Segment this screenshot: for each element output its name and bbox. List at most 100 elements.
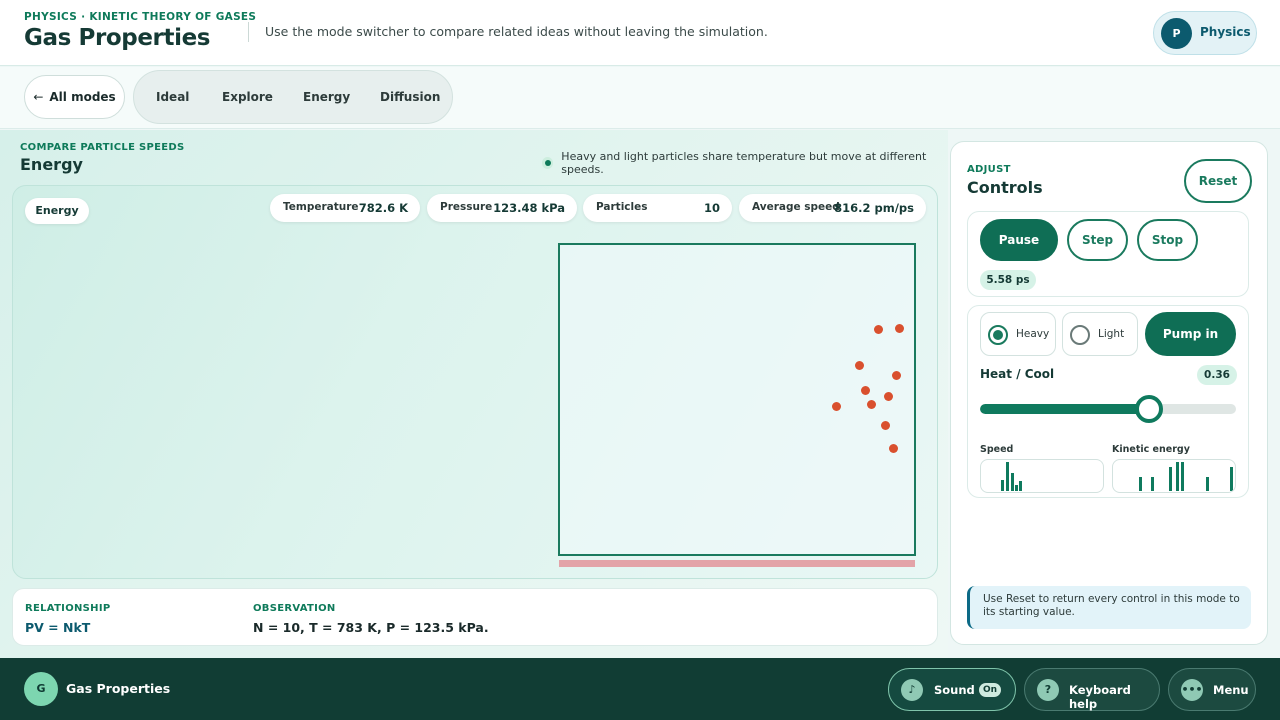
histogram-bar — [1169, 467, 1172, 491]
avatar: P — [1161, 18, 1192, 49]
keyboard-help-button[interactable]: ? Keyboard help — [1024, 668, 1160, 711]
observation-value: N = 10, T = 783 K, P = 123.5 kPa. — [253, 620, 489, 635]
radio-selected-icon — [988, 325, 1008, 345]
stat-value: 123.48 kPa — [493, 201, 565, 215]
tab-explore[interactable]: Explore — [222, 90, 273, 104]
particle — [874, 325, 883, 334]
tab-ideal[interactable]: Ideal — [156, 90, 189, 104]
music-note-icon: ♪ — [901, 679, 923, 701]
pause-button[interactable]: Pause — [980, 219, 1058, 261]
relationship-bar: RELATIONSHIP PV = NkT OBSERVATION N = 10… — [12, 588, 938, 646]
more-dots-icon: ••• — [1181, 679, 1203, 701]
status-dot-icon — [542, 157, 554, 169]
all-modes-button[interactable]: ← All modes — [24, 75, 125, 119]
app-logo: G — [24, 672, 58, 706]
heat-cool-label: Heat / Cool — [980, 367, 1055, 381]
stop-button[interactable]: Stop — [1137, 219, 1198, 261]
controls-title: Controls — [967, 178, 1043, 197]
particle — [892, 371, 901, 380]
histogram-bar — [1006, 462, 1009, 491]
particle — [855, 361, 864, 370]
app-title: Gas Properties — [24, 25, 211, 51]
kinetic-energy-histogram-label: Kinetic energy — [1112, 444, 1190, 455]
histogram-bar — [1001, 480, 1004, 491]
option-label: Heavy — [1016, 328, 1050, 340]
histogram-bar — [1181, 462, 1184, 491]
species-light-option[interactable]: Light — [1062, 312, 1138, 356]
histogram-bar — [1151, 477, 1154, 491]
histogram-bar — [1011, 473, 1014, 491]
particle — [889, 444, 898, 453]
histogram-bar — [1015, 485, 1018, 491]
reset-hint-text: Use Reset to return every control in thi… — [983, 593, 1240, 618]
subject-profile-button[interactable]: P Physics — [1153, 11, 1257, 55]
histogram-bar — [1230, 467, 1233, 491]
option-label: Light — [1098, 328, 1125, 340]
arrow-left-icon: ← — [33, 90, 44, 104]
playback-card: Pause Step Stop 5.58 ps — [967, 211, 1249, 297]
stat-average-speed: Average speed 816.2 pm/ps — [739, 194, 926, 222]
section-title: Energy — [20, 155, 83, 174]
app-footer: G Gas Properties ♪ Sound On ? Keyboard h… — [0, 658, 1280, 720]
keyboard-help-label: Keyboard help — [1069, 683, 1131, 711]
species-heavy-option[interactable]: Heavy — [980, 312, 1056, 356]
stat-particles: Particles 10 — [583, 194, 732, 222]
slider-fill — [980, 404, 1149, 414]
heat-cool-slider[interactable] — [980, 404, 1236, 414]
particle — [884, 392, 893, 401]
mode-switcher-bar: ← All modes Ideal Explore Energy Diffusi… — [0, 67, 1280, 129]
stat-value: 10 — [703, 201, 720, 215]
stat-value: 816.2 pm/ps — [834, 201, 914, 215]
heat-cool-value: 0.36 — [1197, 365, 1237, 385]
app-header: PHYSICS · KINETIC THEORY OF GASES Gas Pr… — [0, 0, 1280, 66]
stat-temperature: Temperature 782.6 K — [270, 194, 420, 222]
stat-pressure: Pressure 123.48 kPa — [427, 194, 577, 222]
heater-strip — [559, 560, 915, 567]
tab-energy[interactable]: Energy — [303, 90, 350, 104]
relationship-label: RELATIONSHIP — [25, 603, 111, 614]
simulation-area: COMPARE PARTICLE SPEEDS Energy Heavy and… — [0, 130, 948, 658]
particle — [832, 402, 841, 411]
menu-label: Menu — [1213, 683, 1249, 697]
simulation-panel: Energy Temperature 782.6 K Pressure 123.… — [12, 185, 938, 579]
info-note-text: Heavy and light particles share temperat… — [561, 150, 927, 176]
reset-hint: Use Reset to return every control in thi… — [967, 586, 1251, 629]
pump-in-button[interactable]: Pump in — [1145, 312, 1236, 356]
subject-eyebrow: PHYSICS · KINETIC THEORY OF GASES — [24, 11, 257, 23]
particles-card: Heavy Light Pump in Heat / Cool 0.36 Spe… — [967, 305, 1249, 498]
slider-thumb[interactable] — [1134, 395, 1163, 423]
particle — [861, 386, 870, 395]
info-note: Heavy and light particles share temperat… — [542, 150, 948, 176]
footer-app-name: Gas Properties — [66, 681, 171, 696]
radio-unselected-icon — [1070, 325, 1090, 345]
stat-value: 782.6 K — [358, 201, 408, 215]
reset-button[interactable]: Reset — [1184, 159, 1252, 203]
controls-panel: ADJUST Controls Reset Pause Step Stop 5.… — [950, 141, 1268, 645]
stat-label: Pressure — [440, 201, 493, 213]
menu-button[interactable]: ••• Menu — [1168, 668, 1256, 711]
stat-label: Particles — [596, 201, 648, 213]
header-subtitle: Use the mode switcher to compare related… — [265, 24, 768, 39]
histogram-bar — [1019, 481, 1022, 491]
elapsed-time-badge: 5.58 ps — [980, 270, 1036, 290]
gas-container[interactable] — [558, 243, 916, 556]
stat-label: Temperature — [283, 201, 359, 213]
mode-tabs: Ideal Explore Energy Diffusion — [133, 70, 453, 124]
profile-label: Physics — [1200, 25, 1251, 39]
controls-eyebrow: ADJUST — [967, 164, 1011, 175]
stat-label: Average speed — [752, 201, 840, 213]
step-button[interactable]: Step — [1067, 219, 1128, 261]
kinetic-energy-histogram — [1112, 459, 1236, 493]
particle — [881, 421, 890, 430]
histogram-bar — [1206, 477, 1209, 491]
tab-diffusion[interactable]: Diffusion — [380, 90, 440, 104]
particle — [867, 400, 876, 409]
histogram-bar — [1139, 477, 1142, 491]
sound-toggle-button[interactable]: ♪ Sound On — [888, 668, 1016, 711]
header-divider — [248, 22, 249, 42]
all-modes-label: All modes — [49, 90, 116, 104]
mode-chip: Energy — [25, 198, 89, 224]
sound-state-badge: On — [979, 683, 1001, 697]
section-eyebrow: COMPARE PARTICLE SPEEDS — [20, 142, 185, 153]
relationship-formula: PV = NkT — [25, 620, 91, 635]
